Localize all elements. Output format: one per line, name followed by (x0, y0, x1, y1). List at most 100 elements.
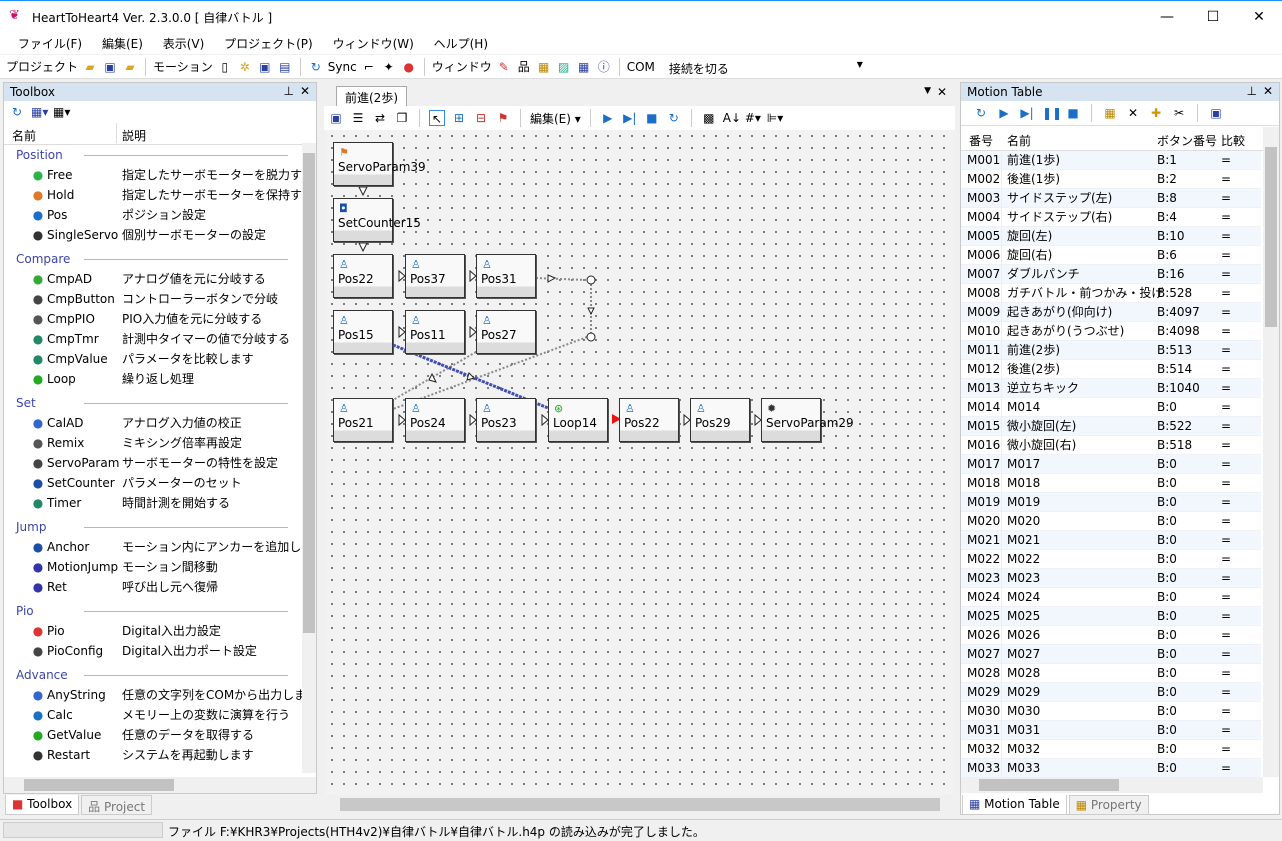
pointer-icon[interactable]: ↖ (429, 110, 445, 126)
play-icon[interactable]: ▶ (600, 110, 616, 126)
tab-motion-table[interactable]: ▦ Motion Table (962, 795, 1067, 815)
tab-motion[interactable]: 前進(2歩) (336, 86, 407, 108)
pin-icon[interactable]: ⊥ (1247, 84, 1257, 98)
flow-node[interactable]: ♙ Pos27 (476, 310, 536, 354)
save-icon[interactable]: ▣ (1208, 105, 1224, 121)
stop-icon[interactable]: ■ (644, 110, 660, 126)
table-row[interactable]: M022 M022 B:0 = (961, 550, 1261, 569)
pin-icon[interactable]: ⊥ (284, 84, 294, 98)
toolbox-item-ret[interactable]: ● Ret 呼び出し元へ復帰 (4, 577, 302, 597)
close-button[interactable]: ✕ (1236, 5, 1282, 29)
stop-icon[interactable]: ■ (1065, 105, 1081, 121)
table-row[interactable]: M016 微小旋回(右) B:518 = (961, 436, 1261, 455)
export-icon[interactable]: ⇄ (372, 110, 388, 126)
toolbox-item-pio[interactable]: ● Pio Digital入出力設定 (4, 621, 302, 641)
step-icon[interactable]: ▶| (1019, 105, 1035, 121)
sync-icon[interactable]: ↻ (308, 59, 324, 75)
play-icon[interactable]: ▶ (996, 105, 1012, 121)
toolbox-item-calc[interactable]: ● Calc メモリー上の変数に演算を行う (4, 705, 302, 725)
minimize-button[interactable]: — (1144, 5, 1190, 29)
flow-node[interactable]: ♙ Pos11 (405, 310, 465, 354)
toolbox-item-cmptmr[interactable]: ● CmpTmr 計測中タイマーの値で分岐する (4, 329, 302, 349)
table-row[interactable]: M029 M029 B:0 = (961, 683, 1261, 702)
menu-view[interactable]: 表示(V) (155, 32, 213, 55)
properties-icon[interactable]: ▦ (536, 59, 552, 75)
pause-icon[interactable]: ❚❚ (1042, 105, 1062, 121)
table-row[interactable]: M025 M025 B:0 = (961, 607, 1261, 626)
flow-node[interactable]: ♙ Pos15 (333, 310, 393, 354)
flow-node[interactable]: ♙ Pos24 (405, 398, 465, 442)
table-row[interactable]: M013 逆立ちキック B:1040 = (961, 379, 1261, 398)
close-tab-icon[interactable]: ✕ (937, 85, 947, 99)
flow-node[interactable]: ⊛ Loop14 (548, 398, 608, 442)
new-file-icon[interactable]: ▯ (217, 59, 233, 75)
tree-icon[interactable]: 品 (516, 59, 532, 75)
column-name[interactable]: 名前 (1007, 132, 1031, 149)
flow-node[interactable]: ♙ Pos22 (619, 398, 679, 442)
save-icon[interactable]: ▣ (102, 59, 118, 75)
disconnect-icon[interactable]: ⊟ (473, 110, 489, 126)
flow-node[interactable]: ◘ SetCounter15 (333, 198, 421, 242)
table-icon[interactable]: ▦ (576, 59, 592, 75)
sync-button[interactable]: Sync (328, 60, 357, 74)
reset-icon[interactable]: ↻ (666, 110, 682, 126)
flow-node[interactable]: ⚑ ServoParam39 (333, 142, 426, 186)
flow-node[interactable]: ♙ Pos23 (476, 398, 536, 442)
save-motion-icon[interactable]: ▣ (257, 59, 273, 75)
toolbox-item-calad[interactable]: ● CalAD アナログ入力値の校正 (4, 413, 302, 433)
toolbox-hscrollbar[interactable] (4, 777, 316, 793)
delete-icon[interactable]: ✕ (1125, 105, 1141, 121)
column-button[interactable]: ボタン番号 (1157, 132, 1217, 149)
table-row[interactable]: M017 M017 B:0 = (961, 455, 1261, 474)
flow-node[interactable]: ♙ Pos29 (690, 398, 750, 442)
table-row[interactable]: M014 M014 B:0 = (961, 398, 1261, 417)
view-grid-icon[interactable]: ▦▾ (31, 104, 48, 120)
column-name[interactable]: 名前 (12, 127, 36, 144)
info-icon[interactable]: ⓘ (596, 59, 612, 75)
toolbox-item-free[interactable]: ● Free 指定したサーボモーターを脱力する (4, 165, 314, 185)
table-row[interactable]: M032 M032 B:0 = (961, 740, 1261, 759)
flow-canvas[interactable]: ⚑ ServoParam39 ◘ SetCounter15 ♙ Pos22 ♙ Pos37 ♙ P… (326, 130, 953, 795)
com-select[interactable]: 接続を切る ▼ (665, 57, 865, 77)
toolbox-item-cmpad[interactable]: ● CmpAD アナログ値を元に分岐する (4, 269, 302, 289)
motion-vscrollbar[interactable] (1263, 127, 1279, 777)
sort-icon[interactable]: A↓ (723, 110, 741, 126)
toolbox-item-pos[interactable]: ● Pos ポジション設定 (4, 205, 302, 225)
table-row[interactable]: M028 M028 B:0 = (961, 664, 1261, 683)
flow-node[interactable]: ✹ ServoParam29 (761, 398, 854, 442)
table-row[interactable]: M031 M031 B:0 = (961, 721, 1261, 740)
flow-node[interactable]: ♙ Pos31 (476, 254, 536, 298)
table-row[interactable]: M018 M018 B:0 = (961, 474, 1261, 493)
table-row[interactable]: M004 サイドステップ(右) B:4 = (961, 208, 1261, 227)
table-row[interactable]: M010 起きあがり(うつぶせ) B:4098 = (961, 322, 1261, 341)
toolbox-item-cmppio[interactable]: ● CmpPIO PIO入力値を元に分岐する (4, 309, 302, 329)
close-icon[interactable]: ✕ (300, 84, 310, 98)
toolbox-item-timer[interactable]: ● Timer 時間計測を開始する (4, 493, 302, 513)
menu-window[interactable]: ウィンドウ(W) (325, 32, 422, 55)
toolbox-item-remix[interactable]: ● Remix ミキシング倍率再設定 (4, 433, 302, 453)
table-row[interactable]: M027 M027 B:0 = (961, 645, 1261, 664)
menu-file[interactable]: ファイル(F) (10, 32, 90, 55)
motion-hscrollbar[interactable] (961, 777, 1263, 793)
table-row[interactable]: M006 旋回(右) B:6 = (961, 246, 1261, 265)
maximize-button[interactable]: ☐ (1190, 5, 1236, 29)
toolbox-item-hold[interactable]: ● Hold 指定したサーボモーターを保持する (4, 185, 314, 205)
table-row[interactable]: M008 ガチバトル・前つかみ・投げ B:528 = (961, 284, 1261, 303)
robot-icon[interactable]: ✦ (381, 59, 397, 75)
table-row[interactable]: M007 ダブルパンチ B:16 = (961, 265, 1261, 284)
toolbox-item-cmpvalue[interactable]: ● CmpValue パラメータを比較します (4, 349, 302, 369)
table-row[interactable]: M030 M030 B:0 = (961, 702, 1261, 721)
tab-dropdown-icon[interactable]: ▼ (924, 86, 931, 96)
connect-icon[interactable]: ⊞ (451, 110, 467, 126)
flow-node[interactable]: ♙ Pos22 (333, 254, 393, 298)
toolbox-item-servoparam[interactable]: ● ServoParam サーボモーターの特性を設定 (4, 453, 302, 473)
table-row[interactable]: M015 微小旋回(左) B:522 = (961, 417, 1261, 436)
toolbox-scrollbar[interactable] (302, 143, 316, 773)
toolbox-item-singleservo[interactable]: ● SingleServo 個別サーボモーターの設定 (4, 225, 302, 245)
flag-icon[interactable]: ⚑ (495, 110, 511, 126)
refresh-icon[interactable]: ↻ (973, 105, 989, 121)
table-row[interactable]: M024 M024 B:0 = (961, 588, 1261, 607)
new-motion-icon[interactable]: ✲ (237, 59, 253, 75)
table-row[interactable]: M009 起きあがり(仰向け) B:4097 = (961, 303, 1261, 322)
table-row[interactable]: M003 サイドステップ(左) B:8 = (961, 189, 1261, 208)
